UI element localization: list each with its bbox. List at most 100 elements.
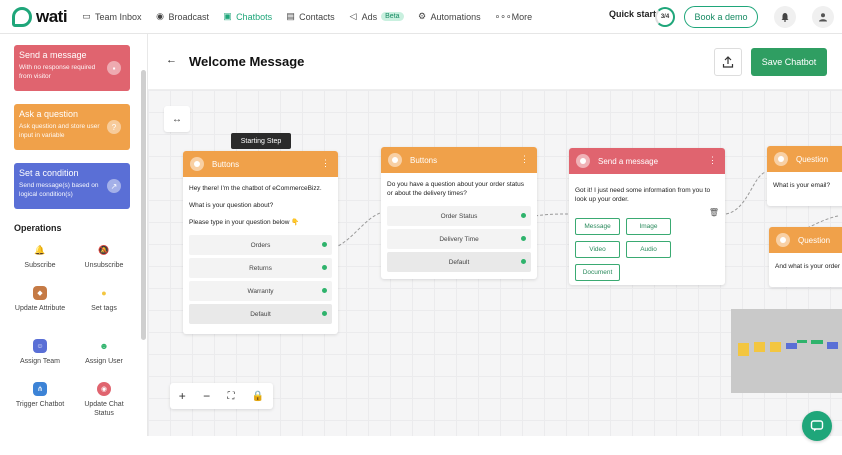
ask-question-block[interactable]: Ask a question Ask question and store us… (14, 104, 130, 150)
node-title: Send a message (598, 156, 659, 166)
nav-more[interactable]: ∘∘∘ More (495, 11, 533, 22)
question-icon: ? (107, 120, 121, 134)
beta-badge: Beta (381, 12, 404, 21)
node-header: Buttons ⋮ (183, 151, 338, 177)
node-text: What is your question about? (189, 202, 274, 209)
media-video-button[interactable]: Video (575, 241, 620, 258)
question-node-2[interactable]: Question And what is your order (769, 227, 842, 287)
lock-icon[interactable]: 🔒 (252, 391, 264, 402)
buttons-node-2[interactable]: Buttons ⋮ Do you have a question about y… (381, 147, 537, 279)
connector-dot[interactable] (521, 213, 526, 218)
option-default[interactable]: Default (387, 252, 531, 272)
quick-start-label[interactable]: Quick start (609, 9, 656, 19)
node-body: Got it! I just need some information fro… (569, 174, 725, 285)
save-chatbot-button[interactable]: Save Chatbot (751, 48, 827, 76)
quick-start-progress[interactable]: 3/4 (655, 7, 675, 27)
tag-icon: ◆ (33, 286, 47, 300)
flow-canvas[interactable]: ↔ Starting Step Buttons ⋮ Hey there! I'm… (148, 90, 842, 436)
nav-automations[interactable]: ⚙ Automations (418, 11, 481, 22)
bell-icon[interactable] (774, 6, 796, 28)
broadcast-icon: ◉ (156, 11, 164, 21)
media-document-button[interactable]: Document (575, 264, 620, 281)
send-message-block[interactable]: Send a message With no response required… (14, 45, 130, 91)
starting-step-tag: Starting Step (231, 133, 291, 149)
message-icon (576, 154, 590, 168)
buttons-node-1[interactable]: Buttons ⋮ Hey there! I'm the chatbot of … (183, 151, 338, 334)
op-label: Trigger Chatbot (15, 401, 65, 408)
media-image-button[interactable]: Image (626, 218, 671, 235)
media-grid: Message Image Video Audio Document (575, 218, 719, 281)
op-assign-user[interactable]: ☻ Assign User (74, 339, 134, 366)
nav-ads[interactable]: ◁ Ads Beta (349, 11, 404, 22)
node-body: Do you have a question about your order … (381, 173, 537, 279)
trash-icon[interactable]: 🗑 (709, 208, 719, 217)
connector-dot[interactable] (322, 265, 327, 270)
chat-support-button[interactable] (802, 411, 832, 441)
op-label: Subscribe (24, 262, 56, 269)
back-arrow-icon[interactable]: ← (166, 54, 177, 66)
option-label: Returns (249, 264, 272, 272)
connector-dot[interactable] (322, 242, 327, 247)
option-warranty[interactable]: Warranty (189, 281, 332, 301)
nav-team-inbox[interactable]: ▭ Team Inbox (82, 11, 142, 22)
expand-arrows-icon[interactable]: ↔ (164, 106, 190, 132)
op-update-chat-status[interactable]: ◉ Update Chat Status (74, 382, 134, 418)
nav-broadcast[interactable]: ◉ Broadcast (156, 11, 209, 22)
kebab-menu-icon[interactable]: ⋮ (520, 154, 529, 165)
kebab-menu-icon[interactable]: ⋮ (321, 158, 330, 169)
block-title: Ask a question (19, 109, 79, 119)
op-assign-team[interactable]: ☺ Assign Team (10, 339, 70, 366)
nav-contacts[interactable]: ▤ Contacts (286, 11, 335, 22)
minimap-node (770, 342, 781, 352)
op-set-tags[interactable]: ● Set tags (74, 286, 134, 313)
user-avatar-icon[interactable] (812, 6, 834, 28)
nav-label: Contacts (299, 11, 335, 22)
media-audio-button[interactable]: Audio (626, 241, 671, 258)
connector-dot[interactable] (322, 311, 327, 316)
node-header: Buttons ⋮ (381, 147, 537, 173)
zoom-out-icon[interactable]: − (203, 389, 210, 403)
wati-logo[interactable]: wati (12, 6, 74, 27)
op-subscribe[interactable]: 🔔 Subscribe (10, 243, 70, 270)
op-update-attribute[interactable]: ◆ Update Attribute (10, 286, 70, 313)
nav-label: Team Inbox (95, 11, 142, 22)
chat-bubble-icon (810, 420, 824, 432)
node-text: What is your email? (773, 182, 831, 189)
option-orders[interactable]: Orders (189, 235, 332, 255)
option-delivery-time[interactable]: Delivery Time (387, 229, 531, 249)
kebab-menu-icon[interactable]: ⋮ (708, 155, 717, 166)
node-text: Hey there! I'm the chatbot of eCommerceB… (189, 185, 322, 192)
node-body: Hey there! I'm the chatbot of eCommerceB… (183, 177, 338, 334)
contacts-icon: ▤ (286, 11, 295, 21)
option-default[interactable]: Default (189, 304, 332, 324)
book-demo-button[interactable]: Book a demo (684, 6, 758, 28)
export-button[interactable] (714, 48, 742, 76)
question-node-1[interactable]: Question What is your email? (767, 146, 842, 206)
media-message-button[interactable]: Message (575, 218, 620, 235)
option-label: Order Status (440, 212, 478, 220)
zoom-in-icon[interactable]: + (179, 389, 186, 403)
block-desc: Send message(s) based on logical conditi… (19, 182, 99, 198)
sidebar-scrollbar[interactable] (141, 70, 146, 340)
nav-chatbots[interactable]: ▣ Chatbots (223, 11, 272, 22)
node-text: Please type in your question below 👇 (189, 219, 300, 226)
connector-dot[interactable] (521, 259, 526, 264)
op-label: Unsubscribe (84, 262, 124, 269)
set-condition-block[interactable]: Set a condition Send message(s) based on… (14, 163, 130, 209)
logo-icon (12, 6, 32, 27)
minimap[interactable] (731, 309, 842, 393)
fit-view-icon[interactable]: ⛶ (227, 391, 234, 402)
option-returns[interactable]: Returns (189, 258, 332, 278)
minimap-node (797, 340, 807, 343)
connector-dot[interactable] (521, 236, 526, 241)
option-label: Default (250, 310, 271, 318)
option-order-status[interactable]: Order Status (387, 206, 531, 226)
zoom-controls: + − ⛶ 🔒 (170, 383, 273, 409)
gear-icon: ⚙ (418, 11, 427, 21)
send-message-node[interactable]: Send a message ⋮ Got it! I just need som… (569, 148, 725, 285)
minimap-node (754, 342, 765, 352)
op-unsubscribe[interactable]: 🔕 Unsubscribe (74, 243, 134, 270)
question-icon (776, 233, 790, 247)
op-trigger-chatbot[interactable]: ⋔ Trigger Chatbot (10, 382, 70, 409)
connector-dot[interactable] (322, 288, 327, 293)
